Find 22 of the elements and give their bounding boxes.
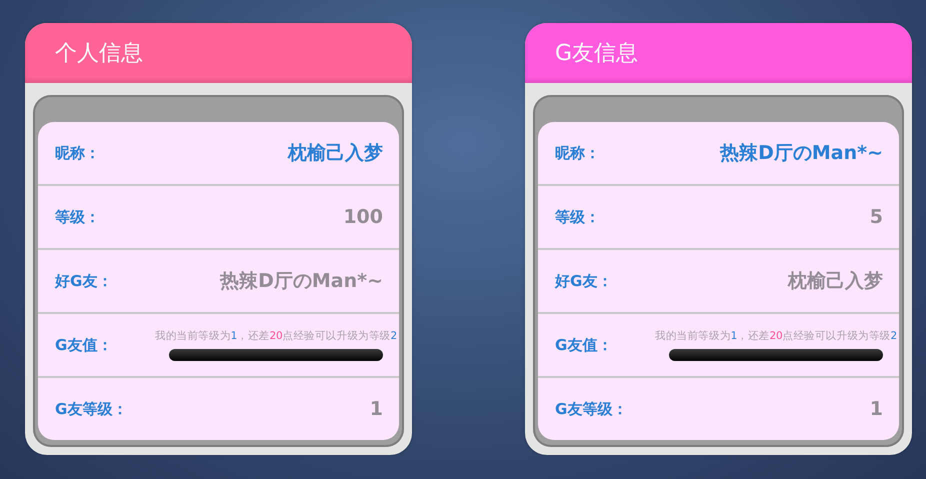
- field-label: G友等级：: [555, 400, 628, 418]
- field-label: 等级：: [555, 208, 600, 226]
- progress-text: 我的当前等级为1，还差20点经验可以升级为等级2: [155, 329, 397, 343]
- field-value: 100: [343, 206, 383, 228]
- field-value: 5: [870, 206, 883, 228]
- field-label: 好G友：: [555, 272, 612, 290]
- field-label: G友值：: [55, 336, 112, 354]
- field-label: 等级：: [55, 208, 100, 226]
- field-value: 1: [370, 398, 383, 420]
- field-value: 枕榆己入梦: [788, 269, 883, 294]
- nickname-value: 热辣D厅のMan*~: [720, 141, 883, 166]
- field-value: 热辣D厅のMan*~: [220, 269, 383, 294]
- field-value: 1: [870, 398, 883, 420]
- nickname-value: 枕榆己入梦: [288, 141, 383, 166]
- card-title: G友信息: [555, 40, 638, 68]
- card-title: 个人信息: [55, 40, 143, 68]
- field-label: G友值：: [555, 336, 612, 354]
- field-label: 好G友：: [55, 272, 112, 290]
- field-label: 昵称：: [555, 144, 600, 162]
- field-label: 昵称：: [55, 144, 100, 162]
- field-label: G友等级：: [55, 400, 128, 418]
- progress-text: 我的当前等级为1，还差20点经验可以升级为等级2: [655, 329, 897, 343]
